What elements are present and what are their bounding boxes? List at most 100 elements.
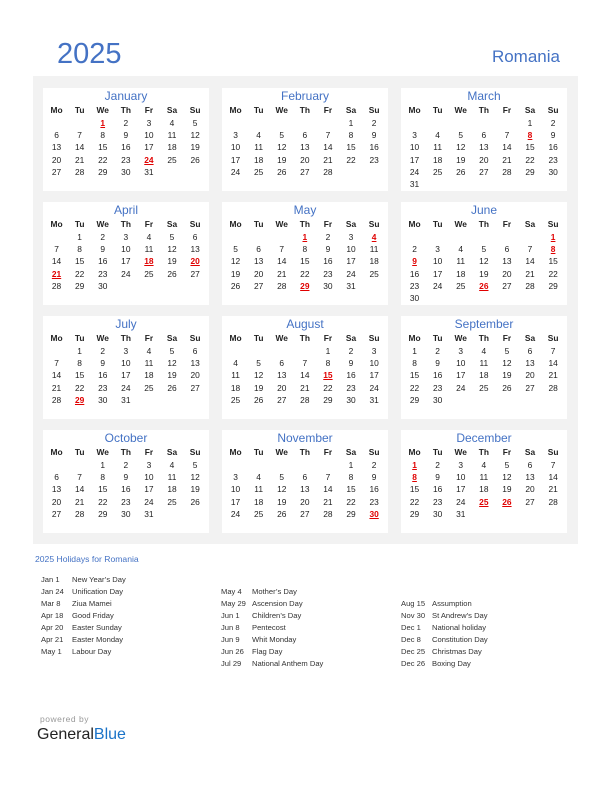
- day-cell: 30: [121, 166, 131, 177]
- day-cell: 25: [144, 268, 154, 279]
- day-cell: 27: [525, 496, 535, 507]
- day-cell: 13: [525, 358, 535, 369]
- holiday-day-cell: 29: [300, 280, 310, 291]
- week-row: 20 21 22 23 24 25 26: [43, 154, 209, 166]
- weekday-header: Mo Tu We Th Fr Sa Su: [222, 104, 388, 117]
- month-title: February: [280, 89, 330, 103]
- day-cell: 31: [121, 394, 131, 405]
- week-row: 1 2 3: [222, 345, 388, 357]
- day-cell: 10: [144, 472, 154, 483]
- day-cell: 23: [346, 382, 356, 393]
- day-cell: 14: [548, 472, 558, 483]
- weekday-label: Mo: [408, 447, 421, 457]
- month-august: August Mo Tu We Th Fr Sa Su 1 2 3 4 5 6 7 8 9 10 11 12 13 14 1…: [222, 316, 388, 419]
- week-row: 1 2 3 4 5: [43, 459, 209, 471]
- day-cell: 5: [169, 346, 175, 356]
- empty-cell: [518, 292, 541, 304]
- holiday-item: Jan 1 New Year’s Day: [41, 574, 126, 586]
- empty-cell: [449, 117, 472, 129]
- week-row: 17 18 19 20 21 22 23: [222, 154, 388, 166]
- day-cell: 12: [502, 358, 512, 369]
- day-cell: 6: [256, 244, 261, 255]
- day-cell: 18: [144, 370, 154, 381]
- day-cell: 13: [51, 484, 62, 495]
- day-cell: 3: [233, 130, 238, 141]
- day-cell: 17: [144, 484, 154, 495]
- day-cell: 10: [432, 256, 443, 267]
- weekday-label: Sa: [345, 333, 357, 343]
- day-cell: 16: [98, 370, 108, 381]
- day-cell: 19: [167, 370, 177, 381]
- holiday-date: Dec 25: [401, 647, 426, 656]
- day-cell: 8: [412, 358, 417, 369]
- holiday-item: Jun 9 Whit Monday: [221, 634, 323, 646]
- day-cell: 28: [277, 280, 287, 291]
- day-cell: 12: [277, 484, 287, 495]
- day-cell: 6: [527, 346, 533, 356]
- week-row: 22 23 24 25 26 27 28: [401, 382, 567, 394]
- day-cell: 9: [123, 472, 129, 483]
- empty-cell: [160, 508, 183, 520]
- day-cell: 25: [432, 166, 443, 177]
- week-row: 17 18 19 20 21 22 23: [222, 496, 388, 508]
- weekday-label: Su: [547, 105, 559, 115]
- day-cell: 16: [121, 142, 131, 153]
- empty-cell: [68, 459, 91, 471]
- weekday-label: Tu: [432, 105, 443, 115]
- empty-cell: [247, 459, 270, 471]
- day-cell: 2: [550, 118, 556, 128]
- holiday-day-cell: 30: [369, 508, 379, 519]
- day-cell: 13: [253, 256, 264, 267]
- week-row: 29 30: [401, 394, 567, 406]
- day-cell: 6: [54, 472, 59, 483]
- week-row: 17 18 19 20 21 22 23: [401, 154, 567, 166]
- empty-cell: [426, 292, 449, 304]
- day-cell: 21: [525, 268, 535, 279]
- day-cell: 9: [550, 130, 556, 141]
- country-title: Romania: [491, 47, 560, 66]
- day-cell: 29: [409, 508, 420, 519]
- holiday-name: Easter Monday: [72, 635, 124, 644]
- empty-cell: [224, 231, 247, 243]
- holiday-item: May 4 Mother’s Day: [221, 586, 323, 598]
- week-row: 25 26 27 28 29 30 31: [222, 394, 388, 406]
- empty-cell: [472, 394, 495, 406]
- holiday-day-cell: 21: [51, 268, 62, 279]
- day-cell: 7: [279, 244, 285, 255]
- day-cell: 30: [323, 280, 333, 291]
- day-cell: 29: [98, 166, 108, 177]
- day-cell: 30: [121, 508, 131, 519]
- brand-general: General: [37, 726, 94, 743]
- month-title: November: [277, 431, 333, 445]
- day-cell: 22: [323, 382, 333, 393]
- day-cell: 9: [325, 244, 331, 255]
- empty-cell: [293, 117, 316, 129]
- empty-cell: [542, 178, 565, 190]
- day-cell: 24: [144, 496, 154, 507]
- day-cell: 20: [300, 154, 310, 165]
- day-cell: 16: [432, 370, 443, 381]
- day-cell: 20: [253, 268, 264, 279]
- holiday-day-cell: 29: [74, 394, 85, 405]
- empty-cell: [495, 231, 518, 243]
- day-cell: 14: [51, 256, 62, 267]
- day-cell: 3: [123, 346, 129, 356]
- day-cell: 9: [348, 358, 354, 369]
- day-cell: 11: [144, 244, 154, 255]
- day-cell: 20: [300, 496, 310, 507]
- empty-cell: [316, 459, 339, 471]
- day-cell: 6: [302, 130, 308, 141]
- holiday-date: Jun 8: [221, 623, 240, 632]
- weekday-header: Mo Tu We Th Fr Sa Su: [222, 446, 388, 459]
- day-cell: 29: [74, 280, 85, 291]
- day-cell: 20: [525, 484, 535, 495]
- day-cell: 21: [51, 382, 62, 393]
- day-cell: 21: [277, 268, 287, 279]
- holiday-date: Dec 26: [401, 659, 426, 668]
- weekday-label: Mo: [229, 219, 242, 229]
- weekday-label: Tu: [432, 219, 443, 229]
- day-cell: 24: [456, 496, 466, 507]
- day-cell: 18: [253, 154, 264, 165]
- holiday-name: Boxing Day: [432, 659, 471, 668]
- day-cell: 17: [456, 370, 466, 381]
